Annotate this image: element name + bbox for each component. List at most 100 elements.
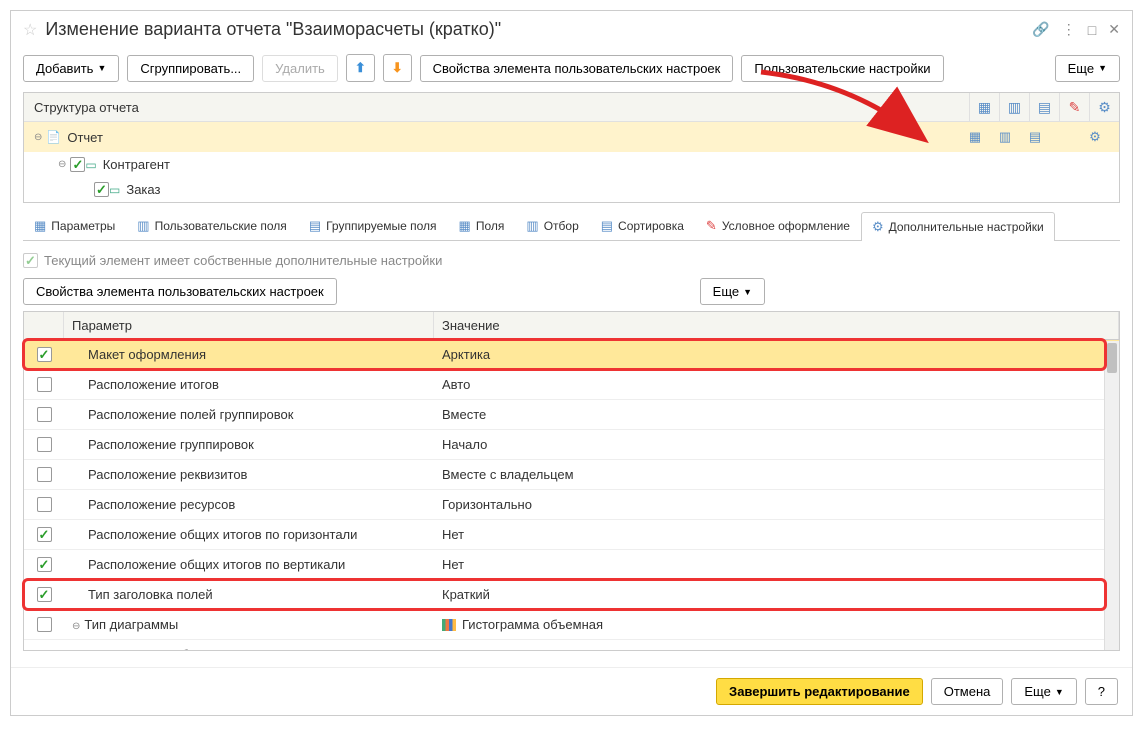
element-props-button[interactable]: Свойства элемента пользовательских настр… <box>420 55 734 82</box>
header-parameter[interactable]: Параметр <box>64 312 434 339</box>
tree-checkbox[interactable] <box>70 157 85 172</box>
link-icon[interactable]: 🔗 <box>1032 21 1049 38</box>
structure-icon-1[interactable]: ▦ <box>969 93 999 121</box>
value-cell[interactable]: Вместе <box>434 402 1119 427</box>
move-up-button[interactable]: ⬆ <box>346 54 375 82</box>
tab-group-fields[interactable]: ▤Группируемые поля <box>298 211 448 240</box>
value-cell[interactable]: Авто <box>434 372 1119 397</box>
user-settings-button[interactable]: Пользовательские настройки <box>741 55 943 82</box>
tab-icon: ▤ <box>601 218 613 234</box>
value-cell[interactable]: Краткий <box>434 582 1119 607</box>
row-icon-3[interactable]: ▤ <box>1021 127 1049 147</box>
row-checkbox[interactable] <box>37 407 52 422</box>
table-row[interactable]: Макет оформления Арктика <box>24 340 1119 370</box>
value-cell[interactable]: Вместе с владельцем <box>434 462 1119 487</box>
table-row[interactable]: Расположение общих итогов по горизонтали… <box>24 520 1119 550</box>
value-cell[interactable]: Нет <box>434 552 1119 577</box>
tab-icon: ✎ <box>706 218 717 234</box>
tree-row-contragent[interactable]: ⊖ ▭ Контрагент <box>24 152 1119 177</box>
param-label: Тип заголовка полей <box>88 587 213 602</box>
window-controls: 🔗 ⋮ □ ✕ <box>1032 21 1120 38</box>
tab-user-fields[interactable]: ▥Пользовательские поля <box>126 211 298 240</box>
move-down-button[interactable]: ⬇ <box>383 54 412 82</box>
value-cell[interactable]: Начало <box>434 432 1119 457</box>
row-checkbox[interactable] <box>37 437 52 452</box>
tab-icon: ⚙ <box>872 219 884 235</box>
finish-editing-button[interactable]: Завершить редактирование <box>716 678 923 705</box>
tab-fields[interactable]: ▦Поля <box>448 211 516 240</box>
table-row[interactable]: Тип заголовка полей Краткий <box>24 580 1119 610</box>
delete-button[interactable]: Удалить <box>262 55 338 82</box>
structure-icon-5[interactable]: ⚙ <box>1089 93 1119 121</box>
collapse-icon[interactable]: ⊖ <box>34 132 42 143</box>
structure-icon-3[interactable]: ▤ <box>1029 93 1059 121</box>
structure-icon-2[interactable]: ▥ <box>999 93 1029 121</box>
row-checkbox[interactable] <box>37 467 52 482</box>
tab-additional[interactable]: ⚙Дополнительные настройки <box>861 212 1055 241</box>
more-button-footer[interactable]: Еще ▼ <box>1011 678 1076 705</box>
row-icon-1[interactable]: ▦ <box>961 127 989 147</box>
more-button[interactable]: Еще ▼ <box>1055 55 1120 82</box>
value-label: Начало <box>442 437 487 452</box>
cancel-button[interactable]: Отмена <box>931 678 1004 705</box>
table-row[interactable]: Расположение итогов Авто <box>24 370 1119 400</box>
row-icon-5[interactable]: ⚙ <box>1081 127 1109 147</box>
own-settings-label: Текущий элемент имеет собственные дополн… <box>44 253 442 268</box>
row-checkbox[interactable] <box>37 347 52 362</box>
group-button[interactable]: Сгруппировать... <box>127 55 254 82</box>
parameter-cell: Расположение общих итогов по горизонтали <box>64 522 434 547</box>
value-cell[interactable]: Гистограмма объемная <box>434 612 1119 637</box>
table-row[interactable]: Расположение группировокНачало <box>24 430 1119 460</box>
table-row[interactable]: Расположение ресурсовГоризонтально <box>24 490 1119 520</box>
header-value[interactable]: Значение <box>434 312 1119 339</box>
value-label: Нет <box>442 557 464 572</box>
value-cell[interactable]: Арктика <box>434 342 1119 367</box>
parameter-cell: Расположение полей группировок <box>64 402 434 427</box>
add-button[interactable]: Добавить ▼ <box>23 55 119 82</box>
tab-params[interactable]: ▦Параметры <box>23 211 126 240</box>
table-row[interactable]: ⊖Тип диаграммыГистограмма объемная <box>24 610 1119 640</box>
row-checkbox[interactable] <box>37 587 52 602</box>
row-icon-2[interactable]: ▥ <box>991 127 1019 147</box>
row-checkbox[interactable] <box>37 557 52 572</box>
expand-icon[interactable]: ⊖ <box>72 621 80 632</box>
row-checkbox[interactable] <box>37 527 52 542</box>
value-cell[interactable]: Горизонтально <box>434 492 1119 517</box>
tab-filter[interactable]: ▥Отбор <box>515 211 589 240</box>
row-checkbox[interactable] <box>37 497 52 512</box>
chart-type-icon <box>442 619 456 631</box>
tree-label: Отчет <box>67 130 103 145</box>
favorite-star-icon[interactable]: ☆ <box>23 20 37 40</box>
scrollbar[interactable] <box>1104 341 1119 650</box>
row-checkbox[interactable] <box>37 377 52 392</box>
table-row[interactable]: Расположение общих итогов по вертикали Не… <box>24 550 1119 580</box>
collapse-icon[interactable]: ⊖ <box>58 159 66 170</box>
table-row[interactable]: Расположение реквизитовВместе с владельц… <box>24 460 1119 490</box>
element-props-button-2[interactable]: Свойства элемента пользовательских настр… <box>23 278 337 305</box>
param-label: Макет оформления <box>88 347 206 362</box>
more-button-2[interactable]: Еще ▼ <box>700 278 765 305</box>
structure-panel: Структура отчета ▦ ▥ ▤ ✎ ⚙ ⊖ 📄 Отчет ▦ ▥… <box>23 92 1120 203</box>
own-settings-checkbox[interactable] <box>23 253 38 268</box>
value-cell[interactable]: Нет <box>434 522 1119 547</box>
param-label: Пропускать базовое значение <box>108 647 289 650</box>
table-row[interactable]: Пропускать базовое значение Да <box>24 640 1119 650</box>
row-checkbox[interactable] <box>37 617 52 632</box>
value-cell[interactable]: Да <box>434 642 1119 650</box>
menu-icon[interactable]: ⋮ <box>1062 21 1076 38</box>
param-label: Расположение итогов <box>88 377 219 392</box>
table-header: Параметр Значение <box>24 312 1119 340</box>
tree-row-order[interactable]: ▭ Заказ <box>24 177 1119 202</box>
table-body: Макет оформления Арктика Расположение итог… <box>24 340 1119 650</box>
tab-cond-format[interactable]: ✎Условное оформление <box>695 211 861 240</box>
param-label: Расположение общих итогов по вертикали <box>88 557 345 572</box>
table-row[interactable]: Расположение полей группировокВместе <box>24 400 1119 430</box>
tree-checkbox[interactable] <box>94 182 109 197</box>
own-settings-row: Текущий элемент имеет собственные дополн… <box>23 249 1120 272</box>
tree-row-report[interactable]: ⊖ 📄 Отчет ▦ ▥ ▤ ✎ ⚙ <box>24 122 1119 152</box>
tab-sort[interactable]: ▤Сортировка <box>590 211 695 240</box>
maximize-icon[interactable]: □ <box>1088 22 1096 38</box>
help-button[interactable]: ? <box>1085 678 1118 705</box>
close-icon[interactable]: ✕ <box>1108 21 1120 38</box>
structure-icon-4[interactable]: ✎ <box>1059 93 1089 121</box>
